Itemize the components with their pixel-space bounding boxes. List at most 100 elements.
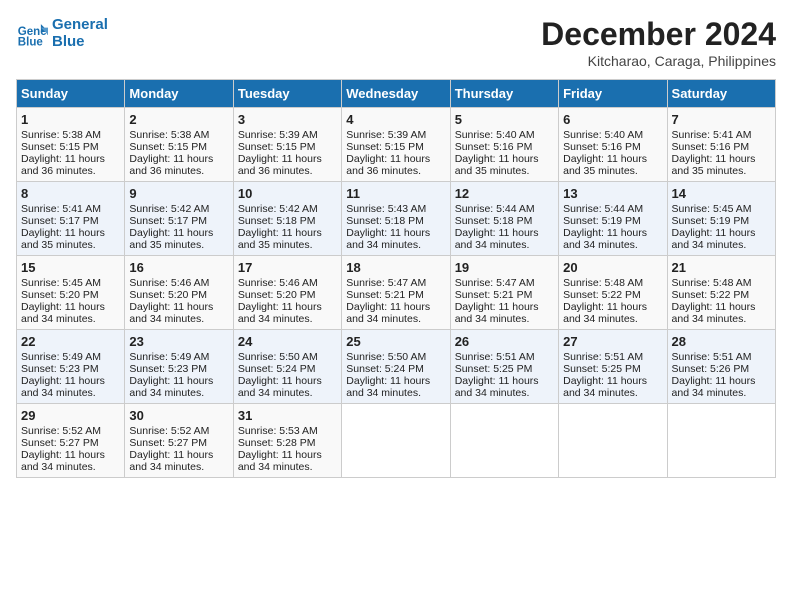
sunset: Sunset: 5:15 PM (129, 141, 207, 153)
daylight: Daylight: 11 hours and 34 minutes. (21, 449, 105, 473)
sunset: Sunset: 5:15 PM (346, 141, 424, 153)
col-saturday: Saturday (667, 80, 775, 108)
daylight: Daylight: 11 hours and 34 minutes. (563, 375, 647, 399)
logo-icon: General Blue (16, 17, 48, 49)
sunrise: Sunrise: 5:51 AM (455, 351, 535, 363)
sunrise: Sunrise: 5:46 AM (238, 277, 318, 289)
table-cell: 13Sunrise: 5:44 AMSunset: 5:19 PMDayligh… (559, 182, 667, 256)
daylight: Daylight: 11 hours and 34 minutes. (129, 375, 213, 399)
daylight: Daylight: 11 hours and 36 minutes. (21, 153, 105, 177)
sunset: Sunset: 5:28 PM (238, 437, 316, 449)
day-number: 7 (672, 112, 771, 127)
sunrise: Sunrise: 5:48 AM (563, 277, 643, 289)
sunset: Sunset: 5:18 PM (346, 215, 424, 227)
table-cell: 1Sunrise: 5:38 AMSunset: 5:15 PMDaylight… (17, 108, 125, 182)
day-number: 23 (129, 334, 228, 349)
day-number: 31 (238, 408, 337, 423)
daylight: Daylight: 11 hours and 34 minutes. (129, 449, 213, 473)
header: General Blue General Blue December 2024 … (16, 16, 776, 69)
table-cell: 3Sunrise: 5:39 AMSunset: 5:15 PMDaylight… (233, 108, 341, 182)
sunset: Sunset: 5:25 PM (455, 363, 533, 375)
sunset: Sunset: 5:18 PM (455, 215, 533, 227)
day-number: 28 (672, 334, 771, 349)
table-cell: 31Sunrise: 5:53 AMSunset: 5:28 PMDayligh… (233, 404, 341, 478)
sunset: Sunset: 5:17 PM (129, 215, 207, 227)
sunrise: Sunrise: 5:49 AM (21, 351, 101, 363)
sunrise: Sunrise: 5:43 AM (346, 203, 426, 215)
sunrise: Sunrise: 5:53 AM (238, 425, 318, 437)
day-number: 17 (238, 260, 337, 275)
calendar-table: Sunday Monday Tuesday Wednesday Thursday… (16, 79, 776, 478)
sunset: Sunset: 5:16 PM (672, 141, 750, 153)
sunrise: Sunrise: 5:50 AM (346, 351, 426, 363)
sunset: Sunset: 5:22 PM (672, 289, 750, 301)
sunset: Sunset: 5:18 PM (238, 215, 316, 227)
table-cell: 6Sunrise: 5:40 AMSunset: 5:16 PMDaylight… (559, 108, 667, 182)
logo: General Blue General Blue (16, 16, 108, 50)
table-cell: 9Sunrise: 5:42 AMSunset: 5:17 PMDaylight… (125, 182, 233, 256)
sunrise: Sunrise: 5:41 AM (21, 203, 101, 215)
table-cell: 20Sunrise: 5:48 AMSunset: 5:22 PMDayligh… (559, 256, 667, 330)
col-friday: Friday (559, 80, 667, 108)
table-cell: 30Sunrise: 5:52 AMSunset: 5:27 PMDayligh… (125, 404, 233, 478)
table-cell: 18Sunrise: 5:47 AMSunset: 5:21 PMDayligh… (342, 256, 450, 330)
svg-text:Blue: Blue (18, 36, 44, 48)
daylight: Daylight: 11 hours and 34 minutes. (672, 227, 756, 251)
sunset: Sunset: 5:24 PM (238, 363, 316, 375)
daylight: Daylight: 11 hours and 35 minutes. (21, 227, 105, 251)
table-cell: 21Sunrise: 5:48 AMSunset: 5:22 PMDayligh… (667, 256, 775, 330)
day-number: 22 (21, 334, 120, 349)
table-cell: 2Sunrise: 5:38 AMSunset: 5:15 PMDaylight… (125, 108, 233, 182)
table-cell: 29Sunrise: 5:52 AMSunset: 5:27 PMDayligh… (17, 404, 125, 478)
sunrise: Sunrise: 5:47 AM (455, 277, 535, 289)
day-number: 29 (21, 408, 120, 423)
daylight: Daylight: 11 hours and 34 minutes. (455, 227, 539, 251)
sunrise: Sunrise: 5:52 AM (129, 425, 209, 437)
day-number: 18 (346, 260, 445, 275)
col-tuesday: Tuesday (233, 80, 341, 108)
col-monday: Monday (125, 80, 233, 108)
daylight: Daylight: 11 hours and 34 minutes. (238, 375, 322, 399)
sunset: Sunset: 5:21 PM (455, 289, 533, 301)
calendar-row: 8Sunrise: 5:41 AMSunset: 5:17 PMDaylight… (17, 182, 776, 256)
calendar-row: 29Sunrise: 5:52 AMSunset: 5:27 PMDayligh… (17, 404, 776, 478)
daylight: Daylight: 11 hours and 34 minutes. (21, 375, 105, 399)
sunrise: Sunrise: 5:45 AM (672, 203, 752, 215)
daylight: Daylight: 11 hours and 34 minutes. (455, 301, 539, 325)
day-number: 8 (21, 186, 120, 201)
table-cell: 17Sunrise: 5:46 AMSunset: 5:20 PMDayligh… (233, 256, 341, 330)
day-number: 20 (563, 260, 662, 275)
day-number: 19 (455, 260, 554, 275)
daylight: Daylight: 11 hours and 34 minutes. (21, 301, 105, 325)
daylight: Daylight: 11 hours and 34 minutes. (563, 227, 647, 251)
table-cell: 27Sunrise: 5:51 AMSunset: 5:25 PMDayligh… (559, 330, 667, 404)
sunset: Sunset: 5:16 PM (455, 141, 533, 153)
daylight: Daylight: 11 hours and 35 minutes. (672, 153, 756, 177)
table-cell: 19 Sunrise: 5:47 AMSunset: 5:21 PMDayligh… (450, 256, 558, 330)
table-cell: 26Sunrise: 5:51 AMSunset: 5:25 PMDayligh… (450, 330, 558, 404)
table-cell: 16Sunrise: 5:46 AMSunset: 5:20 PMDayligh… (125, 256, 233, 330)
calendar-row: 1Sunrise: 5:38 AMSunset: 5:15 PMDaylight… (17, 108, 776, 182)
sunset: Sunset: 5:24 PM (346, 363, 424, 375)
sunset: Sunset: 5:27 PM (21, 437, 99, 449)
sunset: Sunset: 5:20 PM (129, 289, 207, 301)
sunrise: Sunrise: 5:41 AM (672, 129, 752, 141)
day-number: 13 (563, 186, 662, 201)
title-block: December 2024 Kitcharao, Caraga, Philipp… (541, 16, 776, 69)
daylight: Daylight: 11 hours and 34 minutes. (346, 301, 430, 325)
sunrise: Sunrise: 5:51 AM (563, 351, 643, 363)
daylight: Daylight: 11 hours and 34 minutes. (672, 301, 756, 325)
daylight: Daylight: 11 hours and 34 minutes. (563, 301, 647, 325)
sunset: Sunset: 5:16 PM (563, 141, 641, 153)
day-number: 14 (672, 186, 771, 201)
daylight: Daylight: 11 hours and 35 minutes. (129, 227, 213, 251)
day-number: 26 (455, 334, 554, 349)
sunrise: Sunrise: 5:48 AM (672, 277, 752, 289)
sunrise: Sunrise: 5:42 AM (129, 203, 209, 215)
table-cell: 7 Sunrise: 5:41 AMSunset: 5:16 PMDaylight… (667, 108, 775, 182)
day-number: 5 (455, 112, 554, 127)
sunrise: Sunrise: 5:40 AM (563, 129, 643, 141)
daylight: Daylight: 11 hours and 36 minutes. (346, 153, 430, 177)
table-cell: 4Sunrise: 5:39 AMSunset: 5:15 PMDaylight… (342, 108, 450, 182)
day-number: 2 (129, 112, 228, 127)
